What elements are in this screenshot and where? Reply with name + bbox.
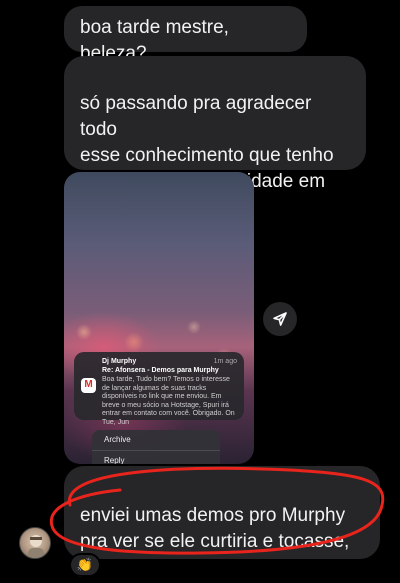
shared-screenshot[interactable]: M Dj Murphy 1m ago Re: Afonsera - Demos … xyxy=(64,172,254,464)
menu-item-archive: Archive xyxy=(104,435,131,444)
message-bubble[interactable]: boa tarde mestre, beleza? xyxy=(64,6,307,64)
notification-subject: Re: Afonsera - Demos para Murphy xyxy=(102,366,219,374)
share-button[interactable] xyxy=(263,302,297,336)
avatar-image xyxy=(28,535,44,558)
message-bubble[interactable]: enviei umas demos pro Murphy pra ver se … xyxy=(64,466,380,578)
send-arrow-icon xyxy=(273,312,287,326)
menu-item-reply: Reply xyxy=(92,450,220,464)
avatar[interactable] xyxy=(19,527,51,559)
notification-body: Boa tarde, Tudo bem? Temos o interesse d… xyxy=(102,376,235,426)
message-text: enviei umas demos pro Murphy pra ver se … xyxy=(80,505,350,578)
gmail-icon: M xyxy=(81,378,96,393)
reaction-badge[interactable]: 👏 xyxy=(69,553,101,577)
message-bubble[interactable]: só passando pra agradecer todo esse conh… xyxy=(64,56,366,218)
notification-menu: Archive Reply xyxy=(92,430,220,464)
notification-time: 1m ago xyxy=(213,358,237,365)
email-notification: M Dj Murphy 1m ago Re: Afonsera - Demos … xyxy=(74,352,244,426)
clapping-hands-icon: 👏 xyxy=(76,557,94,572)
